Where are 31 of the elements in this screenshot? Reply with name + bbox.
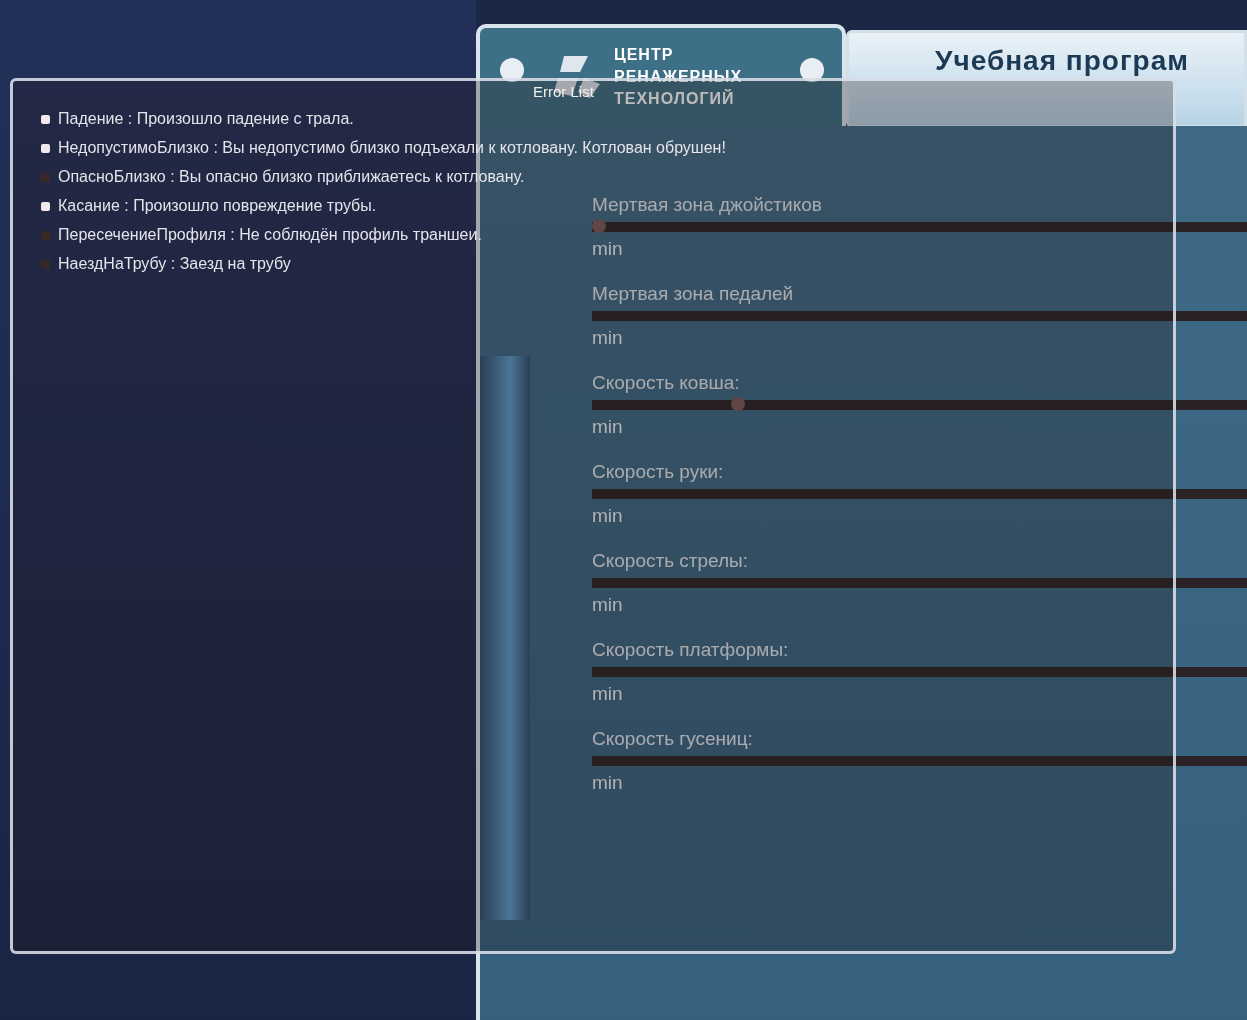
min-label: min	[592, 594, 624, 616]
slider-label: Скорость руки:	[592, 461, 725, 483]
window-title: Учебная програм	[935, 45, 1189, 77]
slider-track[interactable]	[592, 756, 1247, 766]
slider-track[interactable]	[592, 489, 1247, 499]
min-label: min	[592, 416, 624, 438]
logo-text: ЦЕНТР	[614, 45, 675, 65]
slider-track[interactable]	[592, 222, 1247, 232]
slider-thumb[interactable]	[731, 397, 745, 411]
rivet-icon	[800, 58, 824, 82]
min-label: min	[592, 238, 624, 260]
error-text: Падение : Произошло падение с трала.	[58, 109, 354, 129]
slider-label: Мертвая зона педалей	[592, 283, 795, 305]
slider-label: Скорость гусениц:	[592, 728, 754, 750]
min-label: min	[592, 772, 624, 794]
slider-track[interactable]	[592, 578, 1247, 588]
error-text: Касание : Произошло повреждение трубы.	[58, 196, 377, 216]
slider-track[interactable]	[592, 400, 1247, 410]
slider-thumb[interactable]	[592, 219, 606, 233]
slider-label: Скорость ковша:	[592, 372, 741, 394]
logo-text: ТЕХНОЛОГИЙ	[614, 89, 736, 109]
slider-label: Скорость платформы:	[592, 639, 790, 661]
slider-label: Мертвая зона джойстиков	[592, 194, 823, 216]
slider-label: Скорость стрелы:	[592, 550, 750, 572]
min-label: min	[592, 505, 624, 527]
min-label: min	[592, 327, 624, 349]
rivet-icon	[500, 58, 524, 82]
slider-track[interactable]	[592, 667, 1247, 677]
min-label: min	[592, 683, 624, 705]
slider-track[interactable]	[592, 311, 1247, 321]
error-text: НаездНаТрубу : Заезд на трубу	[58, 254, 291, 274]
